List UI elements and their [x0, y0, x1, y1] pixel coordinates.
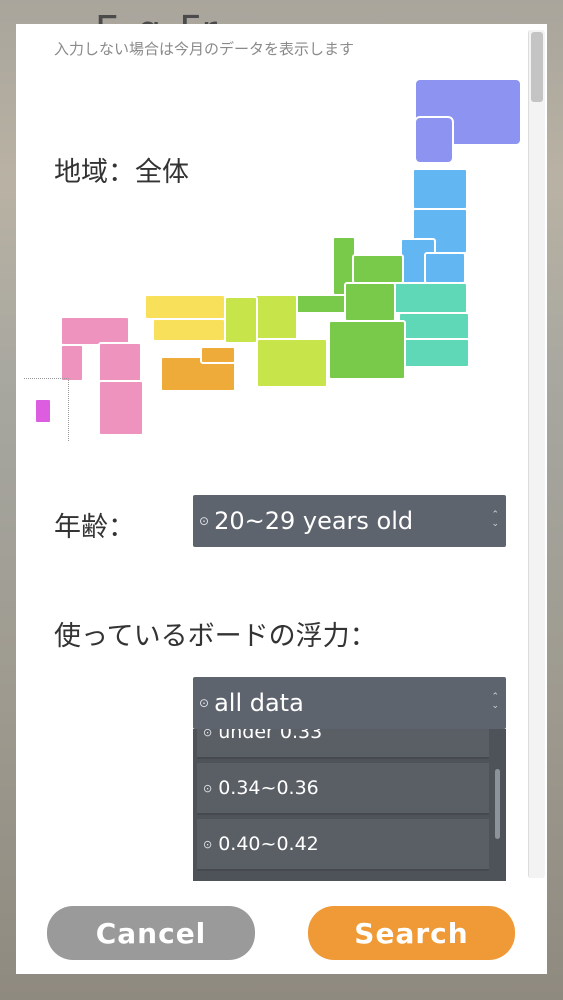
map-region-kyushu-3[interactable]: [98, 380, 144, 436]
age-label: 年齢：: [54, 512, 135, 543]
check-circle-icon: ⊙: [203, 837, 213, 851]
updown-arrow-icon: ⌃ ⌄: [491, 510, 499, 529]
age-select-value: 20~29 years old: [214, 507, 414, 535]
updown-arrow-icon: ⌃ ⌄: [491, 692, 499, 711]
check-circle-icon: ⊙: [199, 696, 210, 710]
buoyancy-select-value: all data: [214, 689, 304, 717]
map-region-hokkaido-tail[interactable]: [414, 116, 454, 164]
map-region-chubu-4[interactable]: [344, 282, 396, 322]
map-region-kanto[interactable]: [388, 282, 468, 314]
cancel-button[interactable]: Cancel: [47, 906, 255, 960]
check-circle-icon: ⊙: [199, 514, 210, 528]
okinawa-divider: [24, 378, 69, 441]
list-item[interactable]: ⊙ 0.34~0.36: [197, 763, 489, 815]
map-region-kinki-2[interactable]: [256, 338, 328, 388]
buoyancy-select[interactable]: ⊙ all data ⌃ ⌄: [193, 677, 506, 729]
map-region-chubu-5[interactable]: [328, 320, 406, 380]
list-scrollbar[interactable]: [495, 769, 500, 839]
map-region-kinki-3[interactable]: [224, 296, 258, 344]
buoyancy-options-list[interactable]: ⊙ under 0.33 ⊙ 0.34~0.36 ⊙ 0.40~0.42: [193, 729, 506, 881]
map-region-kyushu-4[interactable]: [60, 344, 84, 382]
map-region-kyushu-2[interactable]: [98, 342, 142, 384]
age-select[interactable]: ⊙ 20~29 years old ⌃ ⌄: [193, 495, 506, 547]
map-region-kinki[interactable]: [254, 294, 298, 344]
list-item[interactable]: ⊙ under 0.33: [197, 729, 489, 759]
map-region-tohoku-4[interactable]: [424, 252, 466, 284]
map-region-chugoku-2[interactable]: [152, 318, 226, 342]
map-region-chubu-3[interactable]: [292, 294, 348, 314]
map-region-chubu-2[interactable]: [352, 254, 404, 284]
search-button[interactable]: Search: [308, 906, 515, 960]
list-item[interactable]: ⊙ 0.40~0.42: [197, 819, 489, 871]
map-region-chugoku[interactable]: [144, 294, 226, 320]
japan-region-map[interactable]: [24, 76, 534, 446]
map-region-shikoku-2[interactable]: [200, 346, 236, 364]
check-circle-icon: ⊙: [203, 781, 213, 795]
hint-text: 入力しない場合は今月のデータを表示します: [54, 40, 355, 58]
map-region-tohoku[interactable]: [412, 168, 468, 210]
buoyancy-label: 使っているボードの浮力：: [54, 621, 377, 652]
check-circle-icon: ⊙: [203, 729, 213, 739]
map-region-kanto-3[interactable]: [400, 338, 470, 368]
